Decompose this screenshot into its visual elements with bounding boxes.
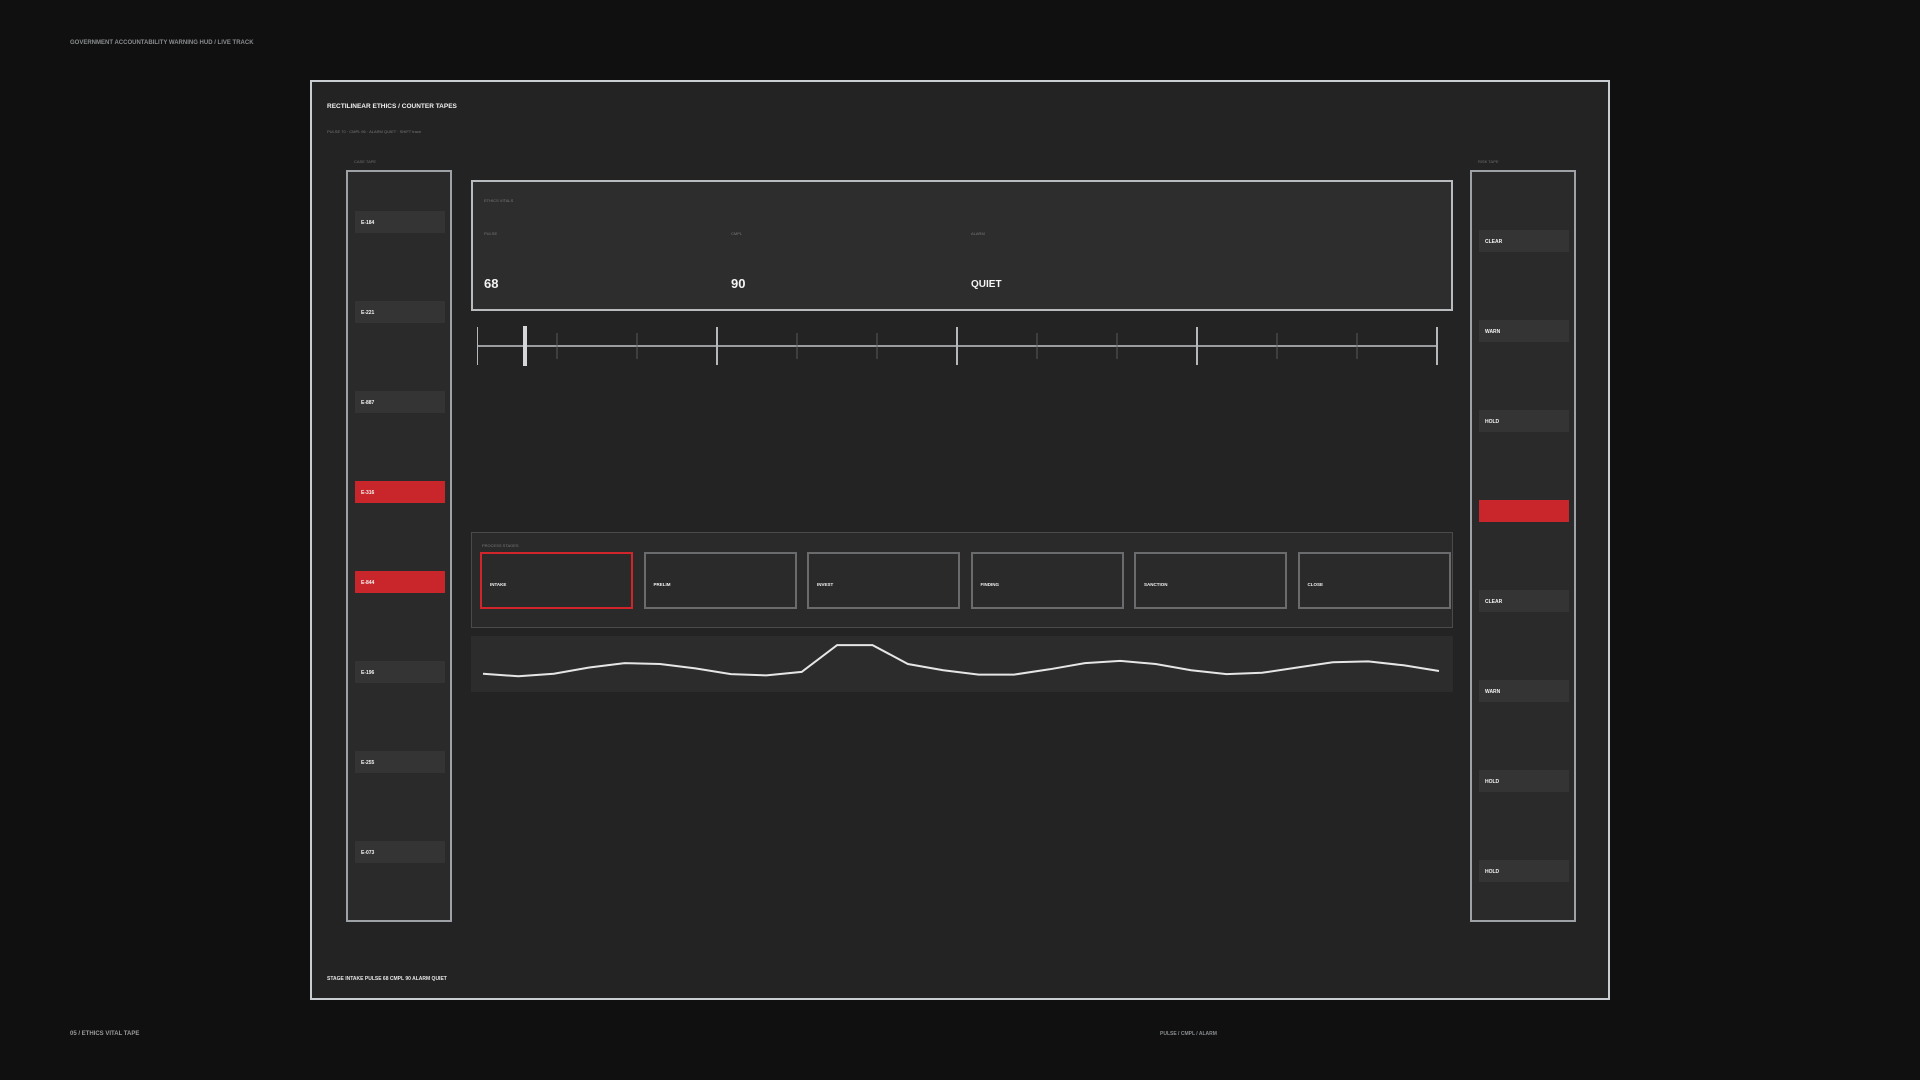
case-tape-item[interactable]: E-221 <box>355 301 445 323</box>
stages-label: PROCESS STAGES <box>482 543 519 548</box>
case-tape-item[interactable]: E-887 <box>355 391 445 413</box>
stage-close[interactable]: CLOSE <box>1297 552 1451 609</box>
risk-tape-item[interactable]: CLEAR <box>1479 230 1569 252</box>
vitals-panel: ETHICS VITALS PULSE CMPL ALARM 68 90 QUI… <box>471 180 1453 311</box>
footer-page-label: 05 / ETHICS VITAL TAPE <box>70 1031 140 1037</box>
status-line: STAGE INTAKE PULSE 68 CMPL 90 ALARM QUIE… <box>327 976 447 982</box>
pulse-trace-line <box>482 644 1440 678</box>
case-tape-label: CASE TAPE <box>354 159 377 164</box>
case-tape-item[interactable]: E-184 <box>355 211 445 233</box>
alarm-value: QUIET <box>971 279 1002 290</box>
stage-prelim[interactable]: PRELIM <box>643 552 797 609</box>
risk-tape-item[interactable] <box>1479 500 1569 522</box>
timeline-ruler <box>477 326 1438 366</box>
risk-tape: CLEAR WARN HOLD CLEAR WARN HOLD HOLD <box>1470 170 1576 922</box>
stage-intake[interactable]: INTAKE <box>480 552 633 609</box>
risk-tape-item[interactable]: HOLD <box>1479 770 1569 792</box>
footer-legend: PULSE / CMPL / ALARM <box>1160 1031 1217 1037</box>
stage-sanction[interactable]: SANCTION <box>1134 552 1287 609</box>
case-tape-item[interactable]: E-073 <box>355 841 445 863</box>
process-stages: PROCESS STAGES INTAKE PRELIM INVEST FINDING… <box>471 532 1453 628</box>
case-tape: E-184 E-221 E-887 E-316 E-844 E-196 E-255 E-073 <box>346 170 452 922</box>
risk-tape-item[interactable]: CLEAR <box>1479 590 1569 612</box>
stage-finding[interactable]: FINDING <box>970 552 1124 609</box>
timeline-playhead[interactable] <box>523 326 527 366</box>
risk-tape-label: RISK TAPE <box>1478 159 1499 164</box>
pulse-label: PULSE <box>484 231 498 236</box>
risk-tape-item[interactable]: WARN <box>1479 680 1569 702</box>
alarm-label: ALARM <box>971 231 985 236</box>
pulse-trace-chart <box>471 636 1453 692</box>
cmpl-value: 90 <box>731 276 746 291</box>
panel-subtitle: PULSE 70 · CMPL 96 · ALARM QUIET · SHIFT… <box>327 129 422 134</box>
case-tape-item[interactable]: E-316 <box>355 481 445 503</box>
pulse-value: 68 <box>484 276 499 291</box>
stage-invest[interactable]: INVEST <box>807 552 960 609</box>
vitals-label: ETHICS VITALS <box>484 198 514 203</box>
cmpl-label: CMPL <box>731 231 743 236</box>
case-tape-item[interactable]: E-844 <box>355 571 445 593</box>
hud-title: GOVERNMENT ACCOUNTABILITY WARNING HUD / … <box>70 40 254 46</box>
panel-title: RECTILINEAR ETHICS / COUNTER TAPES <box>327 103 457 110</box>
risk-tape-item[interactable]: WARN <box>1479 320 1569 342</box>
case-tape-item[interactable]: E-196 <box>355 661 445 683</box>
ethics-panel: RECTILINEAR ETHICS / COUNTER TAPES PULSE… <box>310 80 1610 1000</box>
case-tape-item[interactable]: E-255 <box>355 751 445 773</box>
risk-tape-item[interactable]: HOLD <box>1479 410 1569 432</box>
risk-tape-item[interactable]: HOLD <box>1479 860 1569 882</box>
